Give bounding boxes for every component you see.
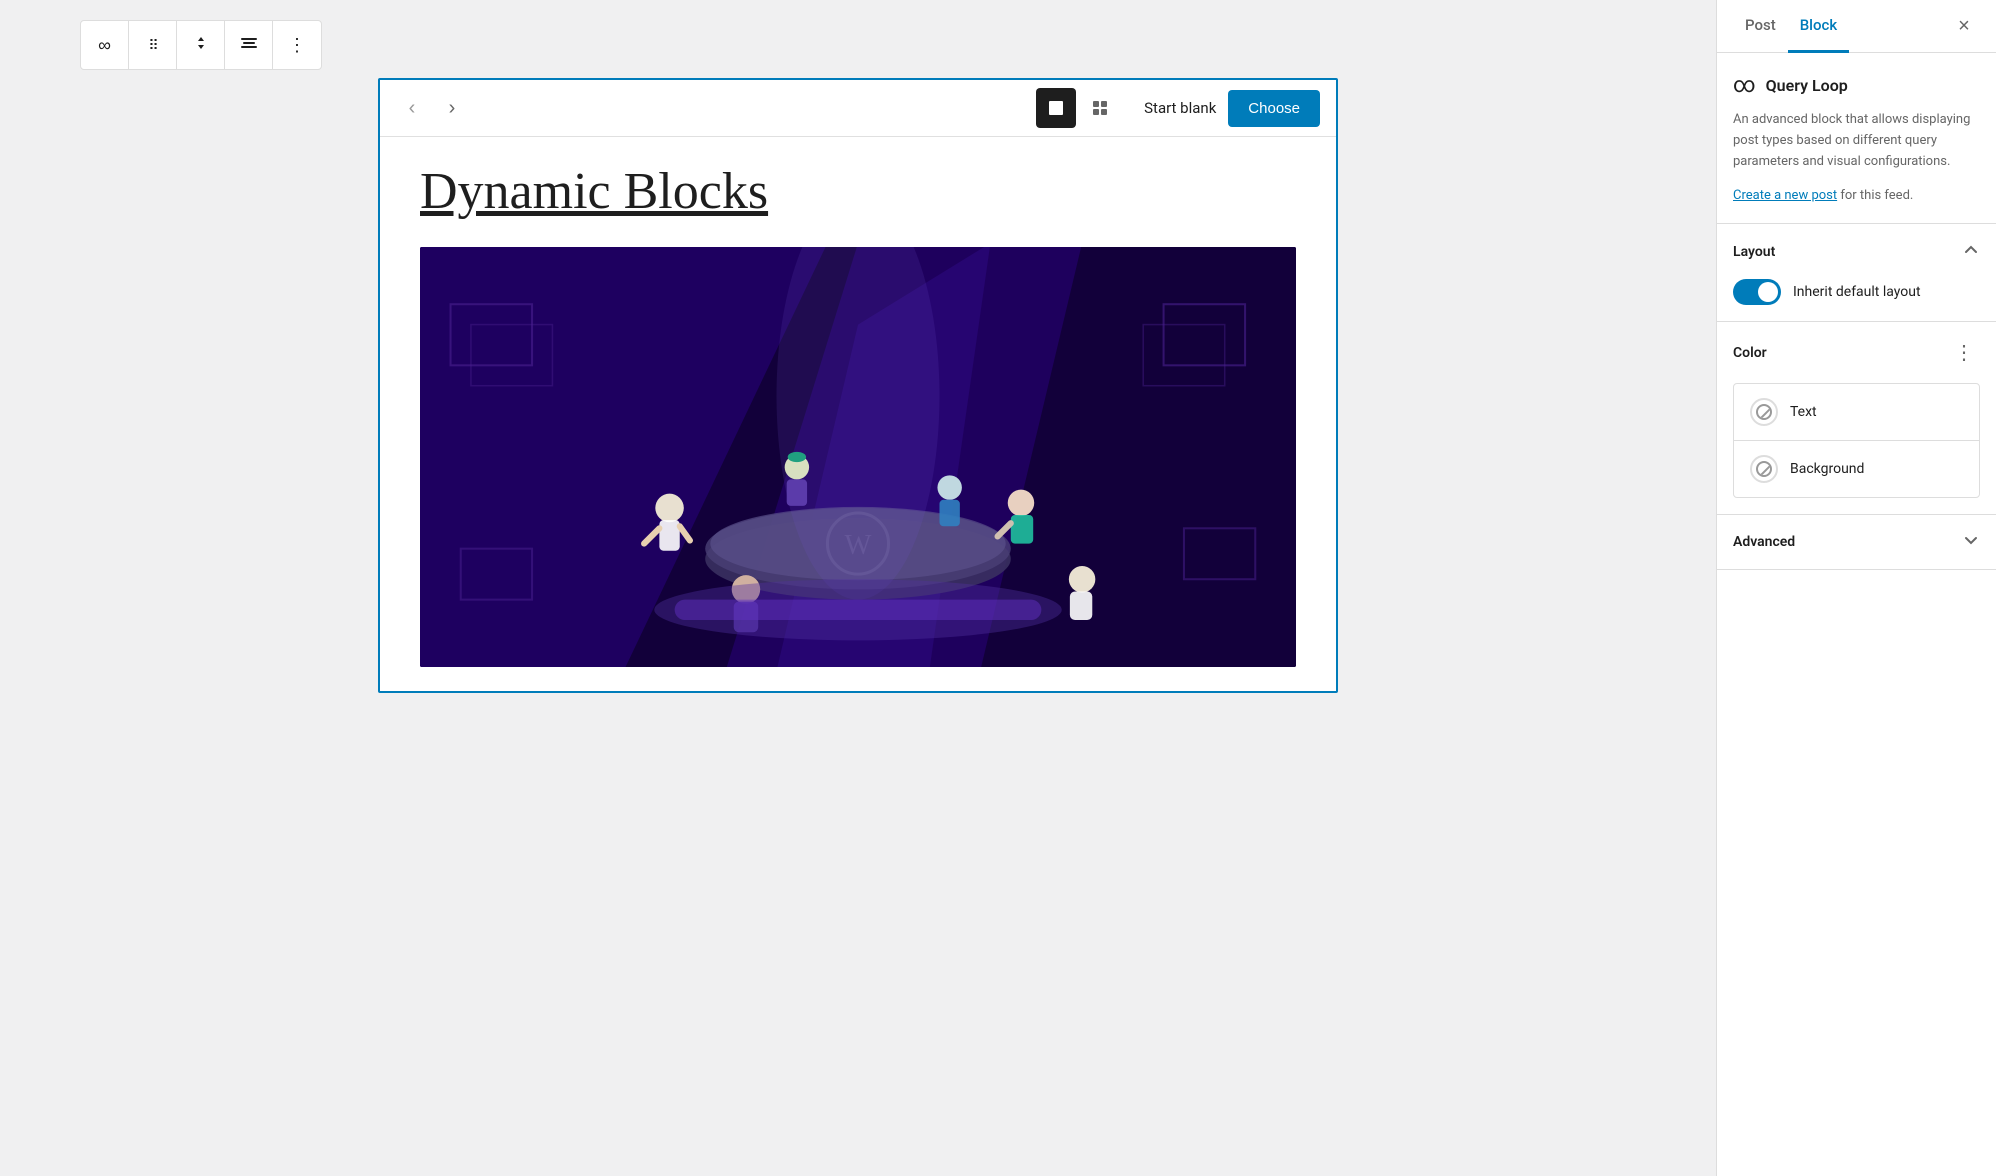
block-info-section: ∞ Query Loop An advanced block that allo… [1717, 53, 1996, 224]
block-name: Query Loop [1766, 76, 1848, 95]
sidebar-tabs: Post Block × [1717, 0, 1996, 53]
more-options-icon: ⋮ [288, 35, 306, 56]
align-toolbar-btn[interactable] [225, 21, 273, 69]
single-view-btn[interactable] [1036, 88, 1076, 128]
drag-toolbar-btn[interactable]: ⠿ [129, 21, 177, 69]
block-toolbar: ∞ ⠿ ⋮ [80, 20, 322, 70]
close-sidebar-btn[interactable]: × [1948, 10, 1980, 42]
layout-collapse-icon [1962, 240, 1980, 263]
next-icon: › [449, 97, 456, 120]
advanced-panel: Advanced [1717, 515, 1996, 570]
color-panel: Color ⋮ Text Background [1717, 322, 1996, 515]
background-color-option[interactable]: Background [1734, 441, 1979, 497]
layout-panel: Layout Inherit default layout [1717, 224, 1996, 322]
create-post-row: Create a new post for this feed. [1733, 184, 1980, 203]
block-description: An advanced block that allows displaying… [1733, 110, 1980, 172]
advanced-panel-title: Advanced [1733, 534, 1795, 550]
inherit-layout-label: Inherit default layout [1793, 284, 1921, 300]
color-options-list: Text Background [1733, 383, 1980, 498]
inherit-layout-toggle[interactable] [1733, 279, 1781, 305]
start-blank-label: Start blank [1144, 99, 1216, 117]
tab-post[interactable]: Post [1733, 0, 1788, 53]
grid-view-btn[interactable] [1080, 88, 1120, 128]
color-panel-header: Color ⋮ [1717, 322, 1996, 383]
editor-area: ∞ ⠿ ⋮ [0, 0, 1716, 1176]
background-color-label: Background [1790, 461, 1864, 477]
view-icons [1036, 88, 1120, 128]
drag-icon: ⠿ [148, 37, 156, 54]
block-info-header: ∞ Query Loop [1733, 73, 1980, 98]
move-icon [192, 34, 210, 57]
query-loop-icon: ∞ [1733, 73, 1756, 98]
tab-block[interactable]: Block [1788, 0, 1849, 53]
link-toolbar-btn[interactable]: ∞ [81, 21, 129, 69]
text-color-option[interactable]: Text [1734, 384, 1979, 441]
advanced-panel-header[interactable]: Advanced [1717, 515, 1996, 569]
layout-panel-header[interactable]: Layout [1717, 224, 1996, 279]
create-new-post-link[interactable]: Create a new post [1733, 188, 1837, 203]
toggle-knob [1758, 282, 1778, 302]
query-loop-block: ‹ › [378, 78, 1338, 693]
next-arrow-btn[interactable]: › [436, 92, 468, 124]
more-toolbar-btn[interactable]: ⋮ [273, 21, 321, 69]
advanced-expand-icon [1962, 531, 1980, 553]
create-link-suffix: for this feed. [1837, 188, 1913, 203]
layout-panel-title: Layout [1733, 244, 1775, 260]
hero-image: W [420, 247, 1296, 667]
text-color-label: Text [1790, 404, 1817, 420]
choose-btn[interactable]: Choose [1228, 90, 1320, 127]
background-color-circle [1750, 455, 1778, 483]
color-panel-title: Color [1733, 345, 1767, 361]
align-center-icon [240, 34, 258, 57]
block-content: Dynamic Blocks [380, 137, 1336, 691]
block-inner-toolbar: ‹ › [380, 80, 1336, 137]
prev-icon: ‹ [409, 97, 416, 120]
link-icon: ∞ [98, 35, 111, 56]
post-title: Dynamic Blocks [420, 161, 1296, 223]
toolbar-actions: Start blank Choose [1144, 90, 1320, 127]
color-more-options-btn[interactable]: ⋮ [1948, 338, 1980, 367]
inherit-layout-row: Inherit default layout [1733, 279, 1980, 305]
sidebar: Post Block × ∞ Query Loop An advanced bl… [1716, 0, 1996, 1176]
layout-panel-body: Inherit default layout [1717, 279, 1996, 321]
text-color-circle [1750, 398, 1778, 426]
move-toolbar-btn[interactable] [177, 21, 225, 69]
prev-arrow-btn[interactable]: ‹ [396, 92, 428, 124]
